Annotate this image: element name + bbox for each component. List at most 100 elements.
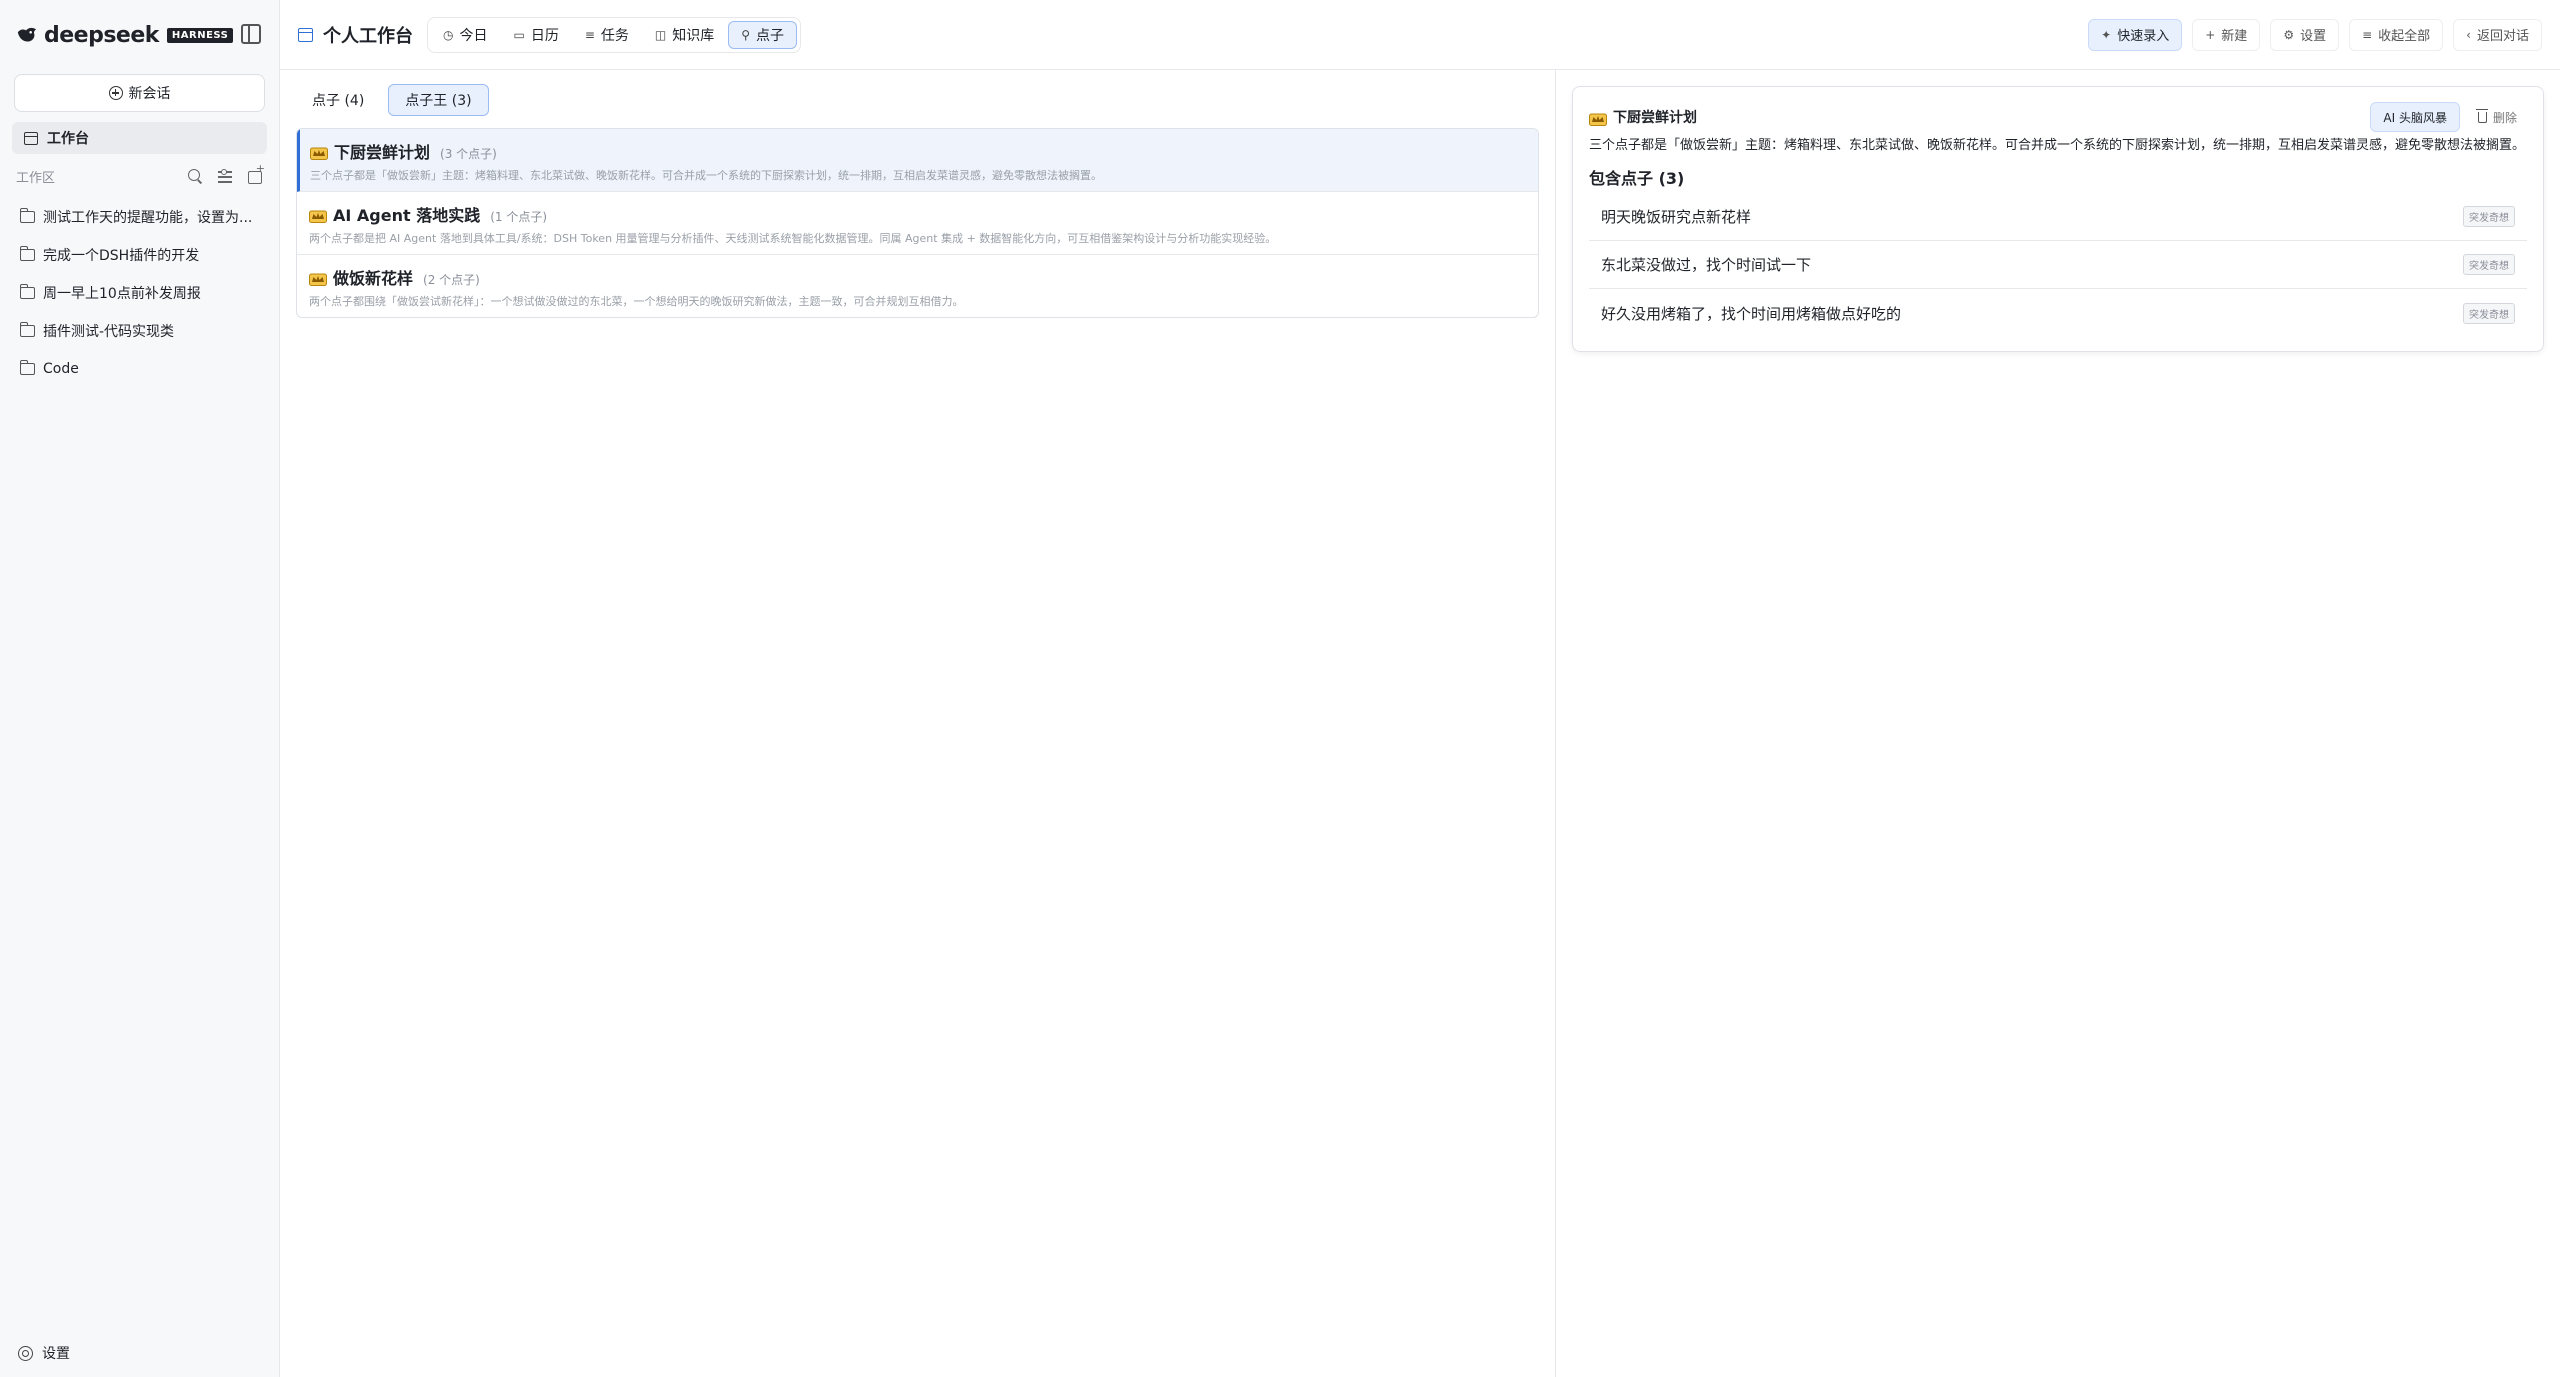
content: 点子 (4) 点子王 (3) 下厨尝鲜计划 (3 个点子) 三个点子都是「做饭尝… <box>280 70 2560 1377</box>
idea-tag: 突发奇想 <box>2463 254 2515 275</box>
deepseek-logo-icon <box>17 27 37 42</box>
detail-title: 下厨尝鲜计划 <box>1613 110 1697 126</box>
filter-icon[interactable] <box>217 168 233 184</box>
folder-item[interactable]: 插件测试-代码实现类 <box>0 312 279 350</box>
workspace-title: 工作区 <box>16 170 56 186</box>
gear-icon <box>18 1345 33 1361</box>
folder-icon <box>19 360 35 375</box>
calendar-icon: ▭ <box>513 27 525 42</box>
tab-label: 日历 <box>530 27 559 44</box>
sparkle-icon: ✦ <box>2101 27 2112 42</box>
group-desc: 两个点子都是把 AI Agent 落地到具体工具/系统：DSH Token 用量… <box>309 232 1277 245</box>
folder-label: 周一早上10点前补发周报 <box>43 286 201 302</box>
quick-entry-button[interactable]: ✦ 快速录入 <box>2088 18 2183 51</box>
group-count: (3 个点子) <box>440 147 497 161</box>
tab-tasks[interactable]: ≡ 任务 <box>573 21 641 49</box>
sidebar-item-workbench[interactable]: 工作台 <box>12 122 267 154</box>
sidebar-item-label: 工作台 <box>47 131 89 147</box>
settings-button[interactable]: ⚙ 设置 <box>2270 18 2340 51</box>
new-chat-label: 新会话 <box>128 86 171 102</box>
included-ideas-title: 包含点子 (3) <box>1589 169 1685 188</box>
subtab-idea-kings[interactable]: 点子王 (3) <box>388 84 489 116</box>
idea-groups-pane: 点子 (4) 点子王 (3) 下厨尝鲜计划 (3 个点子) 三个点子都是「做饭尝… <box>280 70 1556 1377</box>
collapse-all-label: 收起全部 <box>2378 29 2431 44</box>
folder-label: Code <box>43 361 79 377</box>
clock-icon: ◷ <box>443 27 454 42</box>
idea-row[interactable]: 明天晚饭研究点新花样 突发奇想 <box>1589 193 2527 241</box>
logo-row: deepseek HARNESS <box>0 0 279 70</box>
idea-row[interactable]: 东北菜没做过，找个时间试一下 突发奇想 <box>1589 241 2527 289</box>
search-icon[interactable] <box>187 168 203 184</box>
back-to-chat-button[interactable]: ‹ 返回对话 <box>2453 18 2542 51</box>
idea-text: 明天晚饭研究点新花样 <box>1601 208 1752 226</box>
top-actions: ✦ 快速录入 + 新建 ⚙ 设置 ≡ 收起全部 ‹ 返回对话 <box>2088 18 2542 51</box>
list-item[interactable]: 下厨尝鲜计划 (3 个点子) 三个点子都是「做饭尝新」主题：烤箱料理、东北菜试做… <box>297 129 1538 192</box>
new-chat-button[interactable]: 新会话 <box>14 74 265 112</box>
book-icon: ◫ <box>654 27 667 42</box>
idea-tag: 突发奇想 <box>2463 302 2515 324</box>
folder-label: 测试工作天的提醒功能，设置为... <box>43 210 253 226</box>
list-icon: ≡ <box>584 27 595 42</box>
tab-label: 任务 <box>600 27 629 44</box>
folder-icon <box>19 284 35 299</box>
tab-label: 知识库 <box>672 27 715 44</box>
plus-icon: + <box>2205 27 2216 42</box>
folder-list: 测试工作天的提醒功能，设置为... 完成一个DSH插件的开发 周一早上10点前补… <box>0 198 279 388</box>
trash-icon <box>2475 108 2488 123</box>
plus-circle-icon <box>108 86 123 100</box>
group-title: 下厨尝鲜计划 <box>334 143 431 162</box>
brand-badge: HARNESS <box>166 27 234 43</box>
sidebar-toggle-icon[interactable] <box>241 24 261 44</box>
delete-label: 删除 <box>2492 110 2517 125</box>
group-desc: 三个点子都是「做饭尝新」主题：烤箱料理、东北菜试做、晚饭新花样。可合并成一个系统… <box>310 169 1102 182</box>
tab-label: 点子 <box>756 27 785 44</box>
crown-icon <box>1589 113 1607 126</box>
tab-knowledge[interactable]: ◫ 知识库 <box>643 21 726 49</box>
pin-icon: ⚲ <box>741 27 751 42</box>
group-list: 下厨尝鲜计划 (3 个点子) 三个点子都是「做饭尝新」主题：烤箱料理、东北菜试做… <box>296 128 1539 318</box>
folder-item[interactable]: 周一早上10点前补发周报 <box>0 274 279 312</box>
crown-icon <box>309 273 327 286</box>
delete-button[interactable]: 删除 <box>2468 102 2527 132</box>
quick-entry-label: 快速录入 <box>2117 29 2170 44</box>
gear-icon: ⚙ <box>2283 27 2295 42</box>
subtabs: 点子 (4) 点子王 (3) <box>296 84 1539 116</box>
list-item[interactable]: 做饭新花样 (2 个点子) 两个点子都围绕「做饭尝试新花样」：一个想试做没做过的… <box>297 255 1538 317</box>
tab-today[interactable]: ◷ 今日 <box>431 21 499 49</box>
detail-card: 下厨尝鲜计划 AI 头脑风暴 删除 三个点子都是「做饭尝新」主题：烤箱料理、东北… <box>1572 86 2544 352</box>
crown-icon <box>309 210 327 223</box>
new-button[interactable]: + 新建 <box>2192 18 2261 51</box>
settings-label: 设置 <box>2300 29 2327 44</box>
folder-icon <box>19 322 35 337</box>
idea-text: 东北菜没做过，找个时间试一下 <box>1601 256 1812 274</box>
idea-list: 明天晚饭研究点新花样 突发奇想 东北菜没做过，找个时间试一下 突发奇想 好久没用… <box>1589 193 2527 337</box>
new-label: 新建 <box>2221 29 2248 44</box>
collapse-all-button[interactable]: ≡ 收起全部 <box>2349 18 2444 51</box>
idea-tag: 突发奇想 <box>2463 206 2515 227</box>
subtab-ideas[interactable]: 点子 (4) <box>296 84 380 116</box>
back-label: 返回对话 <box>2476 29 2529 44</box>
folder-label: 插件测试-代码实现类 <box>43 324 175 340</box>
group-title: 做饭新花样 <box>333 269 414 288</box>
new-folder-icon[interactable] <box>247 162 265 184</box>
tab-ideas[interactable]: ⚲ 点子 <box>728 20 798 49</box>
detail-desc: 三个点子都是「做饭尝新」主题：烤箱料理、东北菜试做、晚饭新花样。可合并成一个系统… <box>1589 138 2526 153</box>
folder-icon <box>19 246 35 261</box>
calendar-icon <box>298 27 313 42</box>
folder-label: 完成一个DSH插件的开发 <box>43 248 200 264</box>
sidebar-settings-button[interactable]: 设置 <box>18 1343 70 1363</box>
ai-brainstorm-button[interactable]: AI 头脑风暴 <box>2370 102 2460 132</box>
tab-label: 今日 <box>459 27 488 44</box>
workspace-header: 工作区 <box>0 162 279 188</box>
idea-text: 好久没用烤箱了，找个时间用烤箱做点好吃的 <box>1601 304 1902 323</box>
tab-calendar[interactable]: ▭ 日历 <box>501 21 570 49</box>
sidebar: deepseek HARNESS 新会话 工作台 工作区 测试工作天的提醒功能，… <box>0 0 280 1377</box>
list-item[interactable]: AI Agent 落地实践 (1 个点子) 两个点子都是把 AI Agent 落… <box>297 192 1538 255</box>
detail-pane: 下厨尝鲜计划 AI 头脑风暴 删除 三个点子都是「做饭尝新」主题：烤箱料理、东北… <box>1556 70 2560 1377</box>
topbar: 个人工作台 ◷ 今日 ▭ 日历 ≡ 任务 ◫ 知识库 ⚲ 点子 ✦ 快速录入 +… <box>280 0 2560 70</box>
view-tabs: ◷ 今日 ▭ 日历 ≡ 任务 ◫ 知识库 ⚲ 点子 <box>427 16 802 53</box>
folder-item[interactable]: 完成一个DSH插件的开发 <box>0 236 279 274</box>
idea-row[interactable]: 好久没用烤箱了，找个时间用烤箱做点好吃的 突发奇想 <box>1589 289 2527 337</box>
folder-item[interactable]: 测试工作天的提醒功能，设置为... <box>0 198 279 236</box>
folder-item[interactable]: Code <box>0 350 279 388</box>
